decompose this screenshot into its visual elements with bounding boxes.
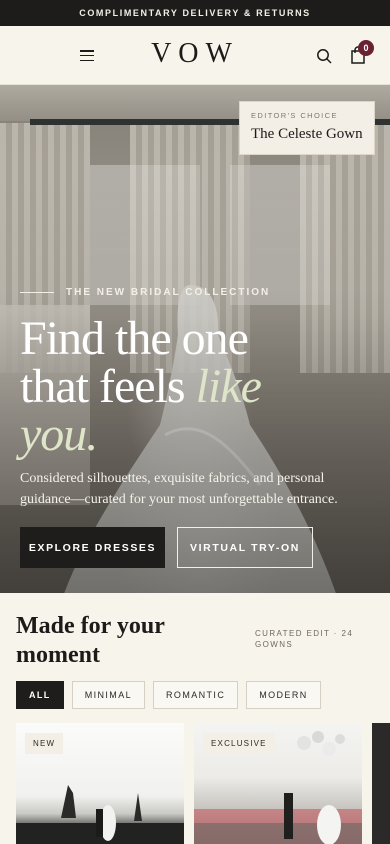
promo-banner: COMPLIMENTARY DELIVERY & RETURNS — [0, 0, 390, 26]
card-tag: NEW — [25, 733, 64, 754]
editor-kicker: EDITOR'S CHOICE — [251, 111, 338, 120]
headline-accent-like: like — [195, 360, 262, 413]
product-card[interactable]: NEW — [16, 723, 184, 844]
cart-count-badge: 0 — [358, 40, 374, 56]
filter-chips: ALL MINIMAL ROMANTIC MODERN — [16, 681, 321, 709]
hero-description: Considered silhouettes, exquisite fabric… — [20, 471, 338, 507]
headline-accent-you: you. — [20, 408, 98, 461]
explore-dresses-button[interactable]: EXPLORE DRESSES — [20, 527, 165, 568]
search-icon[interactable] — [316, 48, 332, 64]
headline-line2-text: that feels — [20, 360, 196, 413]
headline-line2: that feels like — [20, 363, 380, 411]
card-tag: EXCLUSIVE — [203, 733, 275, 754]
virtual-try-on-button[interactable]: VIRTUAL TRY-ON — [177, 527, 313, 568]
product-carousel[interactable]: NEW EXCLUSIVE — [16, 723, 390, 844]
eyebrow-text: THE NEW BRIDAL COLLECTION — [66, 287, 271, 298]
filter-chip-romantic[interactable]: ROMANTIC — [153, 681, 239, 709]
product-card[interactable]: EXCLUSIVE — [194, 723, 362, 844]
site-header: VOW 0 — [0, 26, 390, 85]
headline-line1: Find the one — [20, 312, 249, 365]
collection-title: Made for your moment — [16, 613, 165, 668]
filter-chip-minimal[interactable]: MINIMAL — [71, 681, 146, 709]
editor-title: The Celeste Gown — [251, 126, 363, 142]
filter-chip-all[interactable]: ALL — [16, 681, 64, 709]
product-card[interactable] — [372, 723, 390, 844]
hero-banner: EDITOR'S CHOICE The Celeste Gown THE NEW… — [0, 85, 390, 593]
hero-headline: Find the one that feels like you. — [20, 315, 380, 459]
collection-count: CURATED EDIT · 24 GOWNS — [255, 629, 354, 649]
promo-text: COMPLIMENTARY DELIVERY & RETURNS — [79, 8, 311, 18]
hero-eyebrow: THE NEW BRIDAL COLLECTION — [20, 287, 270, 298]
editors-choice-card[interactable]: EDITOR'S CHOICE The Celeste Gown — [239, 101, 375, 155]
filter-chip-modern[interactable]: MODERN — [246, 681, 321, 709]
eyebrow-rule — [20, 292, 54, 293]
